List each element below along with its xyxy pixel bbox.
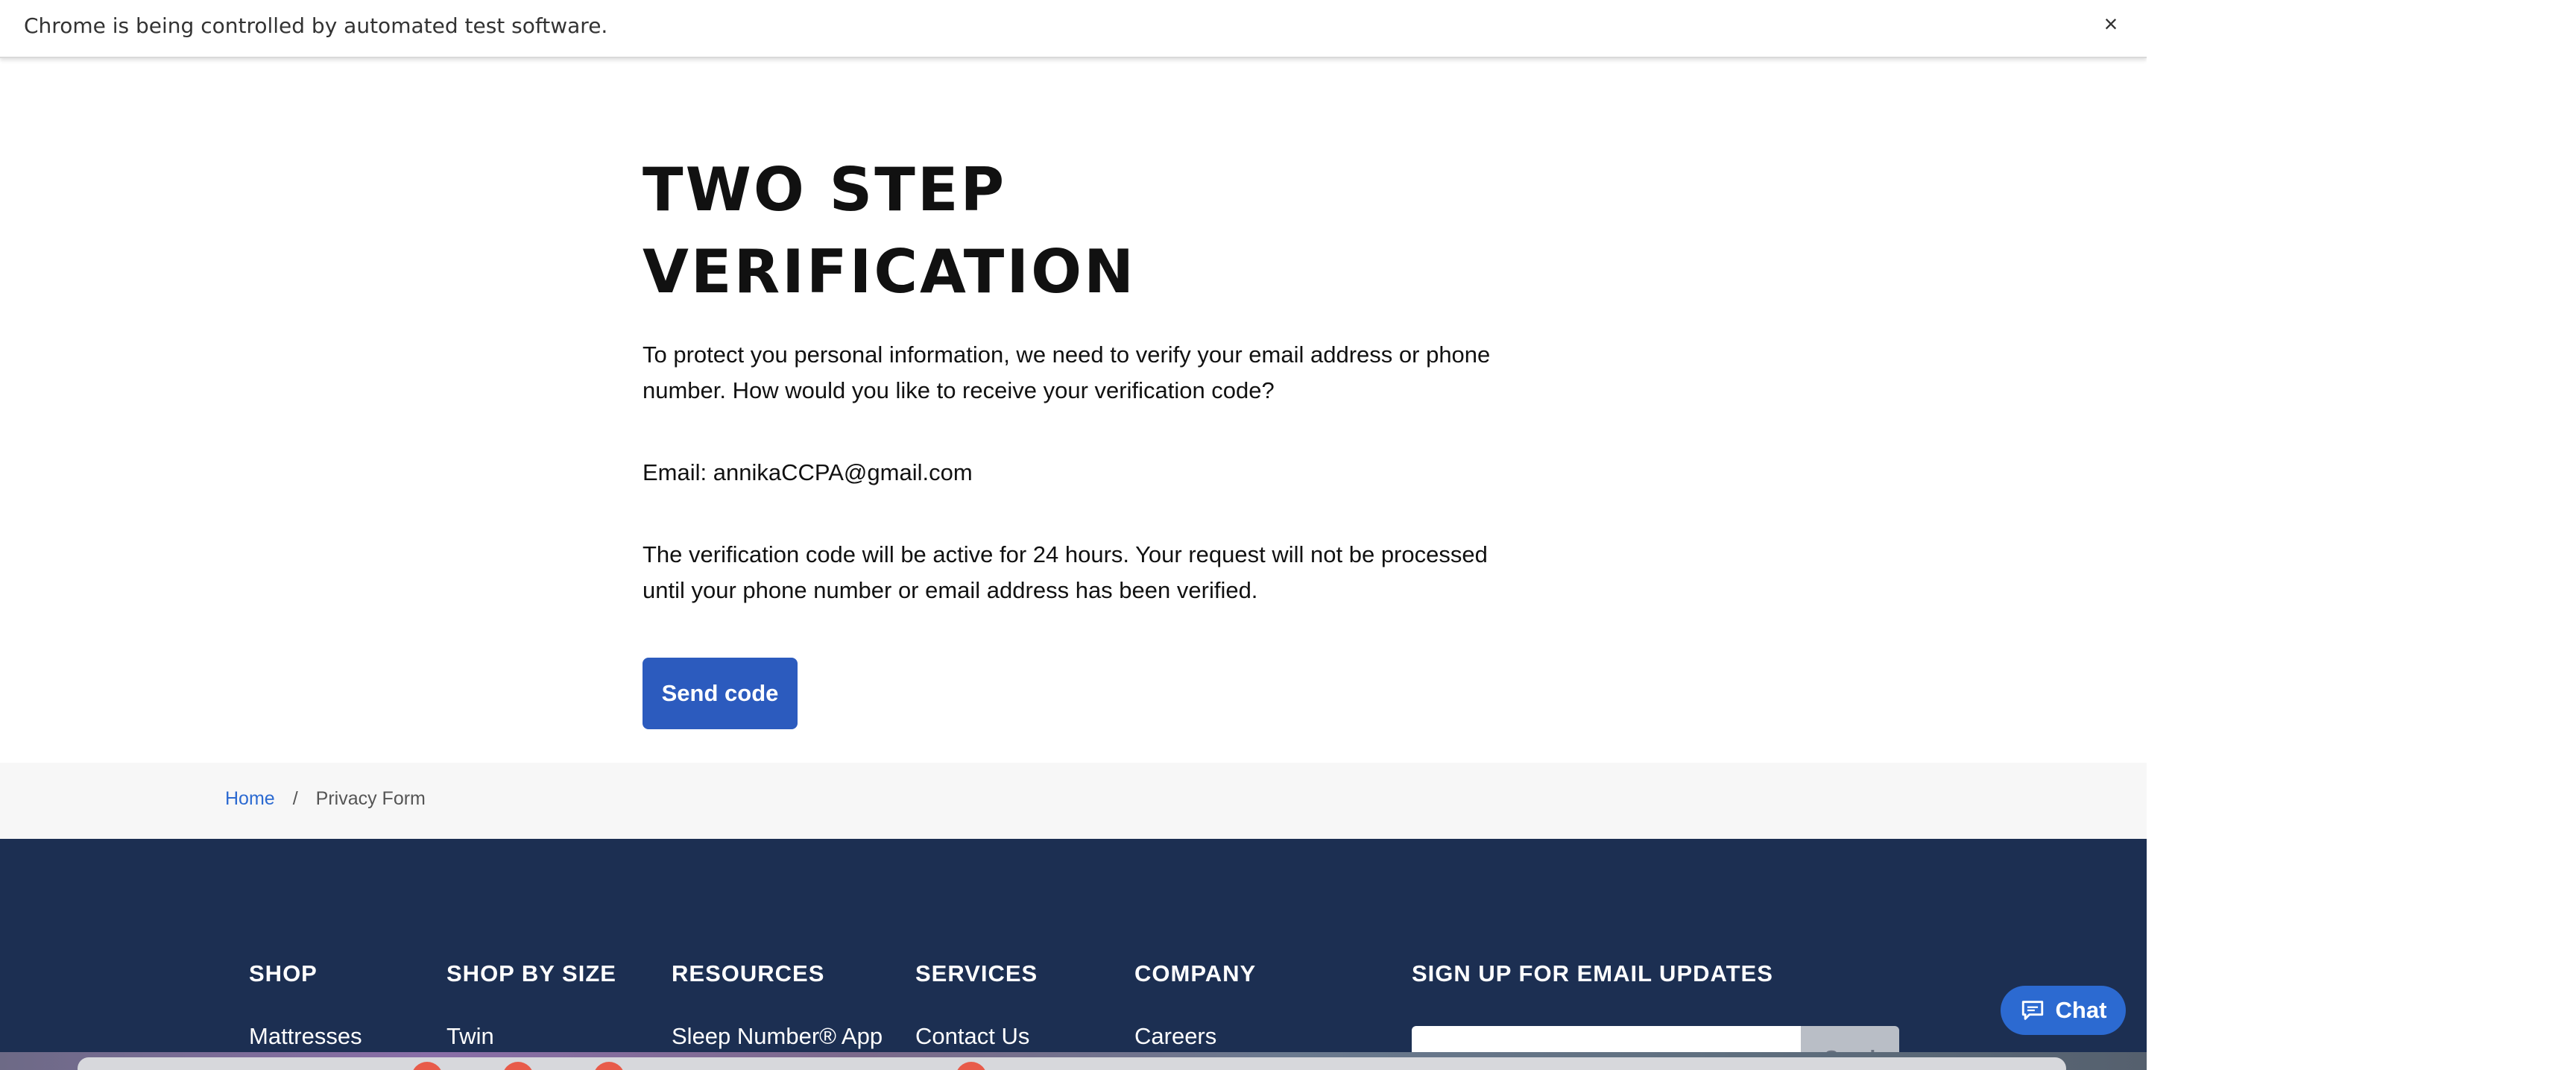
automation-message: Chrome is being controlled by automated … [24,13,608,38]
email-signup: SIGN UP FOR EMAIL UPDATES Send [1412,960,1899,1070]
footer-column-shop-by-size: SHOP BY SIZE Twin [446,960,616,1050]
footer-link-careers[interactable]: Careers [1134,1023,1256,1050]
footer-heading-resources: RESOURCES [672,960,825,986]
chat-bubble-icon [2021,1001,2043,1020]
footer-link-sleep-number-app[interactable]: Sleep Number® App [672,1023,883,1050]
breadcrumb-separator: / [292,788,298,809]
bottom-toolbar [78,1057,2066,1070]
page-title: TWO STEP VERIFICATION [643,155,1137,306]
footer-column-services: SERVICES Contact Us [915,960,1038,1050]
verification-content: TWO STEP VERIFICATION To protect you per… [643,149,1492,729]
footer-heading-shop-by-size: SHOP BY SIZE [446,960,616,986]
browser-viewport: Chrome is being controlled by automated … [0,0,2147,1070]
breadcrumb-band: Home / Privacy Form [0,763,2147,839]
footer-column-shop: SHOP Mattresses [249,960,362,1050]
footer-column-company: COMPANY Careers [1134,960,1256,1050]
send-code-button[interactable]: Send code [643,658,798,729]
automation-infobar: Chrome is being controlled by automated … [0,0,2147,58]
footer-heading-shop: SHOP [249,960,318,986]
footer-link-contact-us[interactable]: Contact Us [915,1023,1038,1050]
notice-text: The verification code will be active for… [643,541,1488,603]
footer-heading-company: COMPANY [1134,960,1257,986]
close-icon[interactable]: × [2097,10,2124,37]
site-footer: SHOP Mattresses SHOP BY SIZE Twin RESOUR… [0,839,2147,1070]
footer-heading-services: SERVICES [915,960,1038,986]
breadcrumb: Home / Privacy Form [225,788,426,810]
email-line: Email: annikaCCPA@gmail.com [643,459,973,485]
breadcrumb-current: Privacy Form [315,788,426,809]
email-signup-heading: SIGN UP FOR EMAIL UPDATES [1412,960,1773,986]
breadcrumb-home-link[interactable]: Home [225,788,275,810]
intro-text: To protect you personal information, we … [643,342,1491,403]
chat-label: Chat [2055,997,2107,1023]
chat-button[interactable]: Chat [2001,986,2126,1035]
footer-column-resources: RESOURCES Sleep Number® App [672,960,883,1050]
footer-link-mattresses[interactable]: Mattresses [249,1023,362,1050]
footer-link-twin[interactable]: Twin [446,1023,616,1050]
